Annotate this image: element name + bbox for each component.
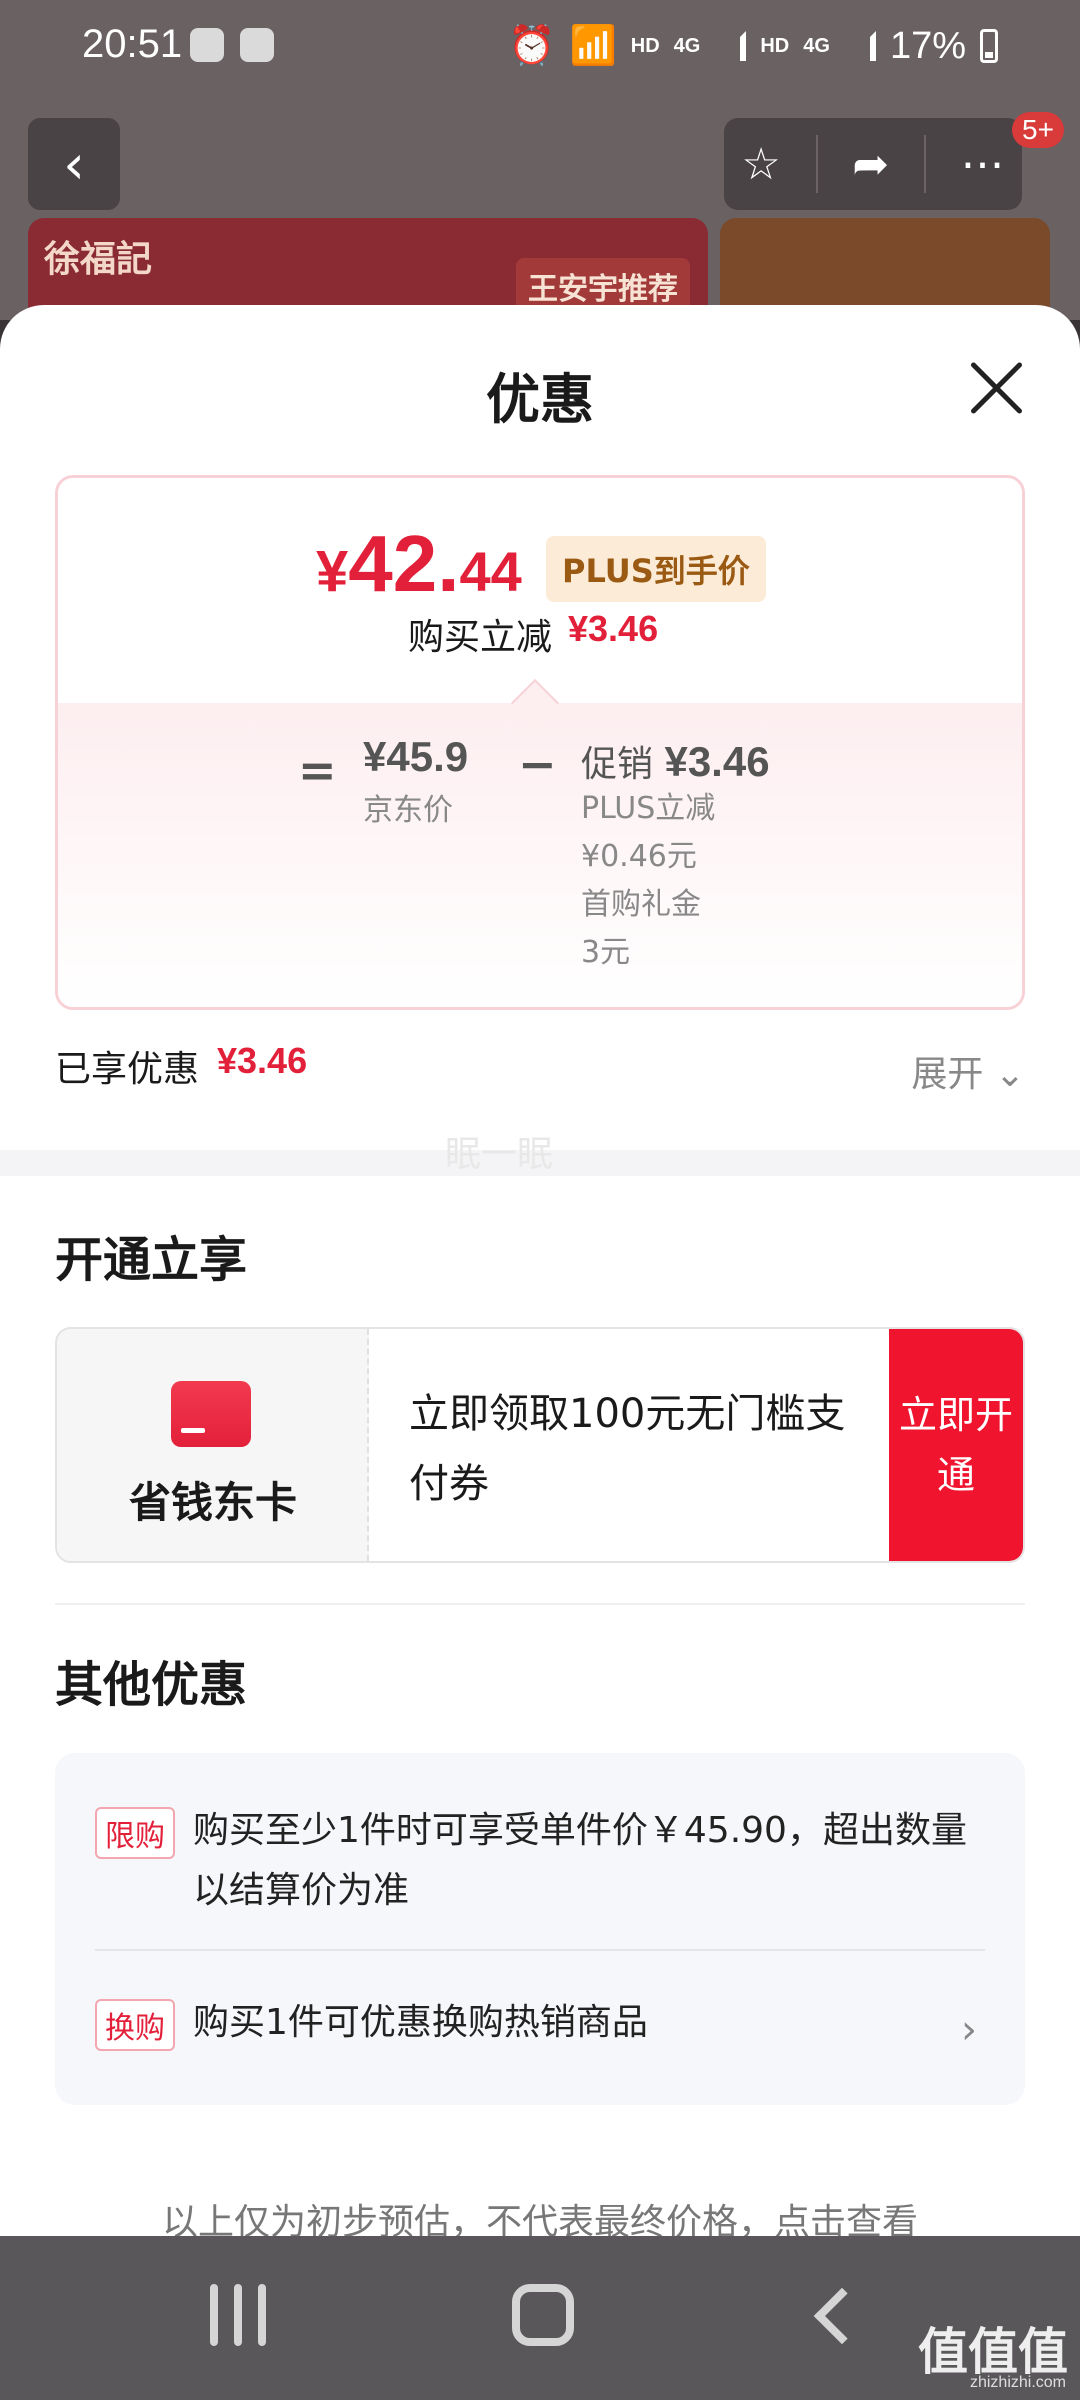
network-label: HD (630, 34, 660, 57)
minus-sign: − (518, 737, 557, 791)
membership-card-brand: 省钱东卡 (57, 1329, 369, 1561)
discount-tag: 换购 (95, 1999, 175, 2051)
other-discounts-card: 限购 购买至少1件时可享受单件价￥45.90，超出数量以结算价为准 换购 购买1… (55, 1753, 1025, 2105)
enjoyed-label: 已享优惠 (55, 1049, 200, 1090)
signal-icon (844, 31, 876, 61)
enjoyed-discount: 已享优惠 ¥3.46 (55, 1040, 307, 1092)
promotion-detail: 首购礼金 (581, 887, 701, 922)
jd-price-label: 京东价 (363, 793, 453, 828)
promotion-detail: ¥0.46元 (581, 839, 697, 874)
membership-card: 省钱东卡 立即领取100元无门槛支付券 立即开通 (55, 1327, 1025, 1563)
price-formula: = ¥45.9 京东价 − 促销 ¥3.46 PLUS立减 ¥0.46元 首购礼… (58, 703, 1022, 1007)
jd-price: ¥45.9 (363, 733, 469, 780)
equals-sign: = (298, 743, 337, 797)
discount-sheet: 优惠 ¥ 42. 44 PLUS到手价 购买立减 ¥3.46 = ¥45.9 京… (0, 305, 1080, 2237)
promotion-detail: 3元 (581, 935, 631, 970)
promotion-label: 促销 (581, 744, 654, 785)
promotion: 促销 ¥3.46 (581, 735, 770, 787)
site-watermark-url: zhizhizhi.com (969, 2374, 1066, 2391)
divider (815, 135, 818, 193)
other-section-title: 其他优惠 (55, 1657, 248, 1713)
app-notification-icon (190, 28, 224, 62)
network-label: HD (760, 34, 790, 57)
discount-text: 购买至少1件时可享受单件价￥45.90，超出数量以结算价为准 (193, 1810, 967, 1911)
divider (95, 1949, 985, 1951)
network-label: 4G (673, 34, 701, 57)
close-icon[interactable] (968, 359, 1024, 415)
price-summary: ¥ 42. 44 PLUS到手价 购买立减 ¥3.46 (58, 478, 1022, 703)
notification-icons (190, 28, 274, 62)
currency-symbol: ¥ (316, 539, 349, 604)
reduction-amount: ¥3.46 (568, 608, 659, 649)
expand-button[interactable]: 展开 ⌄ (911, 1045, 1025, 1097)
chevron-down-icon: ⌄ (994, 1054, 1025, 1095)
price-decimal: 44 (459, 540, 522, 603)
system-back-button[interactable] (813, 2287, 871, 2345)
promotion-amount: ¥3.46 (664, 738, 770, 785)
membership-card-description: 立即领取100元无门槛支付券 (409, 1391, 846, 1507)
discount-text: 购买1件可优惠换购热销商品 (193, 2002, 648, 2043)
star-icon[interactable]: ☆ (741, 139, 780, 190)
expand-label: 展开 (911, 1054, 984, 1095)
status-indicators: ⏰ 📶 HD 4G HD 4G 17% (508, 24, 998, 68)
price-footnote[interactable]: 以上仅为初步预估，不代表最终价格，点击查看 (0, 2193, 1080, 2237)
bank-card-icon (171, 1381, 251, 1447)
chevron-right-icon[interactable]: › (961, 2007, 977, 2053)
back-button[interactable]: ‹ (28, 118, 120, 210)
brand-logo: 徐福記 (44, 238, 153, 280)
reduction-label: 购买立减 (408, 617, 553, 658)
open-section-title: 开通立享 (55, 1232, 248, 1288)
divider (923, 135, 926, 193)
home-button[interactable] (512, 2284, 574, 2346)
recents-button[interactable] (210, 2284, 266, 2346)
battery-percent: 17% (889, 24, 966, 67)
network-label: 4G (803, 34, 830, 57)
price-breakdown-card: ¥ 42. 44 PLUS到手价 购买立减 ¥3.46 = ¥45.9 京东价 … (55, 475, 1025, 1010)
watermark-text: 眠一眠 (445, 1134, 554, 1175)
cart-badge: 5+ (1012, 112, 1064, 148)
status-time: 20:51 (82, 22, 183, 66)
promotion-details: PLUS立减 ¥0.46元 首购礼金 3元 (581, 785, 715, 977)
app-notification-icon (240, 28, 274, 62)
back-icon: ‹ (63, 132, 85, 196)
plus-price-tag: PLUS到手价 (546, 536, 766, 602)
discount-item-limit: 限购 购买至少1件时可享受单件价￥45.90，超出数量以结算价为准 (95, 1801, 985, 1921)
status-bar: 20:51 ⏰ 📶 HD 4G HD 4G 17% (0, 0, 1080, 100)
share-icon[interactable]: ➦ (852, 139, 889, 190)
membership-card-name: 省钱东卡 (128, 1478, 297, 1527)
alarm-icon: ⏰ (508, 25, 556, 67)
discount-tag: 限购 (95, 1807, 175, 1859)
enjoyed-amount: ¥3.46 (217, 1040, 308, 1081)
discount-item-exchange[interactable]: 换购 购买1件可优惠换购热销商品 (95, 1993, 985, 2053)
header-actions: ☆ ➦ ⋯ (724, 118, 1022, 210)
battery-icon (980, 29, 998, 63)
more-icon[interactable]: ⋯ (961, 139, 1005, 190)
sheet-title: 优惠 (486, 368, 594, 431)
purchase-reduction: 购买立减 ¥3.46 (408, 608, 658, 660)
price-integer: 42. (348, 519, 460, 608)
open-now-button[interactable]: 立即开通 (889, 1329, 1023, 1561)
wifi-icon: 📶 (569, 25, 617, 67)
final-price: ¥ 42. 44 (316, 518, 522, 610)
promotion-detail: PLUS立减 (581, 791, 716, 826)
divider (55, 1603, 1025, 1605)
signal-icon (714, 31, 747, 61)
